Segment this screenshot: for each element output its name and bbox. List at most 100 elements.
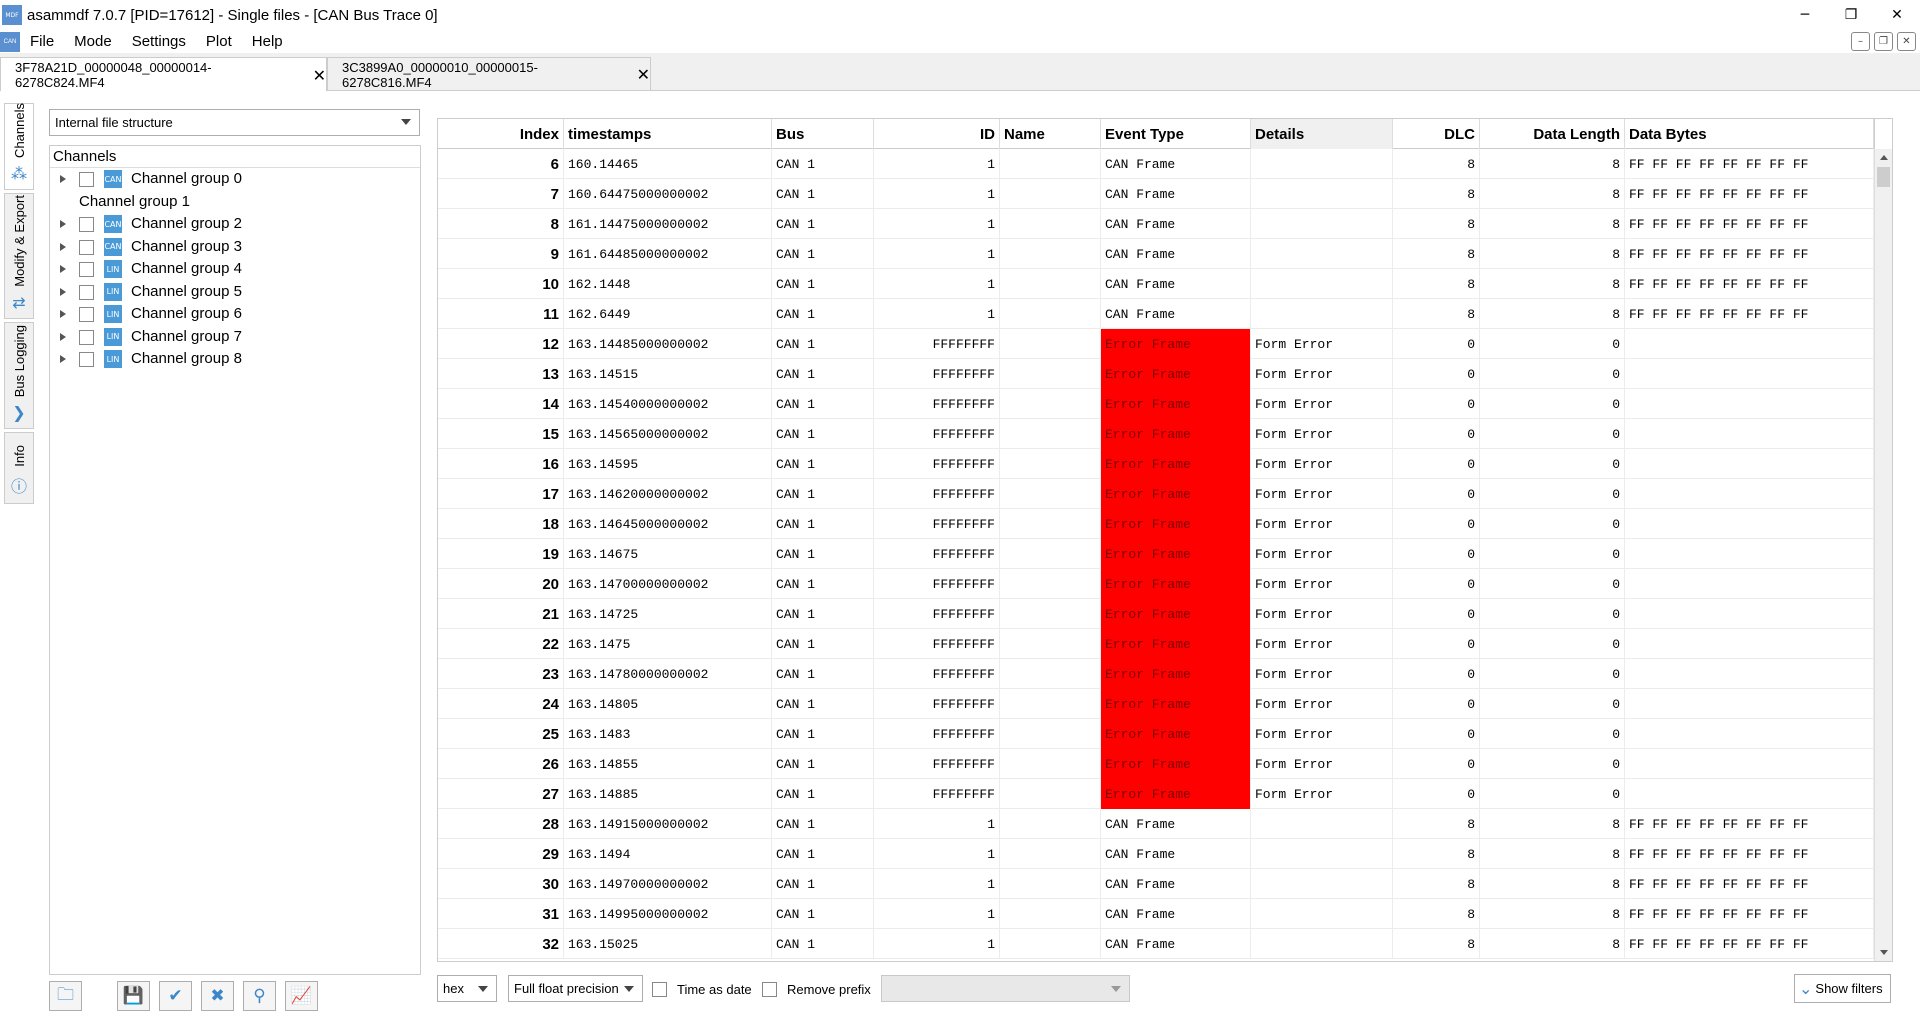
tree-item-channel-group[interactable]: LIN Channel group 6 xyxy=(50,303,420,325)
mdi-close-icon[interactable]: ✕ xyxy=(1897,32,1916,51)
col-data-bytes-header[interactable]: Data Bytes xyxy=(1625,119,1874,149)
channel-tree[interactable]: Channels CAN Channel group 0 Channel group… xyxy=(49,145,421,975)
table-row[interactable]: 18 163.14645000000002 CAN 1 FFFFFFFF Error F… xyxy=(438,509,1874,539)
table-row[interactable]: 8 161.14475000000002 CAN 1 1 CAN Frame 8 8 FF F… xyxy=(438,209,1874,239)
side-tab-bus-logging[interactable]: Bus Logging ❯ xyxy=(4,322,34,429)
close-tab-icon[interactable]: ✕ xyxy=(313,66,326,85)
remove-prefix-checkbox[interactable]: Remove prefix xyxy=(762,978,871,1000)
table-row[interactable]: 25 163.1483 CAN 1 FFFFFFFF Error Frame Form E… xyxy=(438,719,1874,749)
table-row[interactable]: 20 163.14700000000002 CAN 1 FFFFFFFF Error F… xyxy=(438,569,1874,599)
mdi-window-icon[interactable]: CAN xyxy=(0,31,20,52)
group-checkbox[interactable] xyxy=(79,172,94,187)
menu-mode[interactable]: Mode xyxy=(64,33,122,50)
uncheck-all-button[interactable]: ✖ xyxy=(201,981,234,1011)
table-row[interactable]: 23 163.14780000000002 CAN 1 FFFFFFFF Error F… xyxy=(438,659,1874,689)
save-button[interactable]: 💾 xyxy=(117,981,150,1011)
group-checkbox[interactable] xyxy=(79,307,94,322)
close-window-button[interactable]: ✕ xyxy=(1874,0,1920,30)
tree-item-channel-group[interactable]: LIN Channel group 8 xyxy=(50,348,420,370)
col-details-header[interactable]: Details xyxy=(1251,119,1393,149)
table-row[interactable]: 31 163.14995000000002 CAN 1 1 CAN Frame 8 8 FF … xyxy=(438,899,1874,929)
check-all-button[interactable]: ✔ xyxy=(159,981,192,1011)
plot-button[interactable]: 📈 xyxy=(285,981,318,1011)
mdi-minimize-icon[interactable]: – xyxy=(1851,32,1870,51)
table-row[interactable]: 26 163.14855 CAN 1 FFFFFFFF Error Frame Form … xyxy=(438,749,1874,779)
bus-trace-table[interactable]: Index timestamps Bus ID Name Event Type Detail… xyxy=(437,118,1893,962)
side-tab-modify-export[interactable]: Modify & Export ⇄ xyxy=(4,193,34,319)
table-row[interactable]: 11 162.6449 CAN 1 1 CAN Frame 8 8 FF FF FF FF F… xyxy=(438,299,1874,329)
group-checkbox[interactable] xyxy=(79,239,94,255)
scroll-down-icon[interactable] xyxy=(1880,950,1888,955)
scroll-up-icon[interactable] xyxy=(1880,155,1888,160)
group-checkbox[interactable] xyxy=(79,284,94,300)
tree-item-channel-group[interactable]: LIN Channel group 4 xyxy=(50,258,420,280)
col-event-type-header[interactable]: Event Type xyxy=(1101,119,1251,149)
file-tab-1[interactable]: 3F78A21D_00000048_00000014-6278C824.MF4 … xyxy=(0,57,327,92)
menu-settings[interactable]: Settings xyxy=(122,33,196,50)
tree-item-channel-group[interactable]: CAN Channel group 0 xyxy=(50,168,420,190)
table-row[interactable]: 13 163.14515 CAN 1 FFFFFFFF Error Frame Form … xyxy=(438,359,1874,389)
table-row[interactable]: 27 163.14885 CAN 1 FFFFFFFF Error Frame Form … xyxy=(438,779,1874,809)
table-row[interactable]: 21 163.14725 CAN 1 FFFFFFFF Error Frame Form … xyxy=(438,599,1874,629)
table-row[interactable]: 6 160.14465 CAN 1 1 CAN Frame 8 8 FF FF FF FF F… xyxy=(438,149,1874,179)
table-row[interactable]: 15 163.14565000000002 CAN 1 FFFFFFFF Error F… xyxy=(438,419,1874,449)
col-dlc-header[interactable]: DLC xyxy=(1393,119,1480,149)
scroll-thumb[interactable] xyxy=(1877,167,1890,187)
col-name-header[interactable]: Name xyxy=(1000,119,1101,149)
prefix-select[interactable] xyxy=(881,975,1130,1002)
group-checkbox[interactable] xyxy=(79,262,94,277)
col-timestamps-header[interactable]: timestamps xyxy=(564,119,772,149)
tree-item-channel-group[interactable]: LIN Channel group 5 xyxy=(50,281,420,303)
menu-file[interactable]: File xyxy=(20,33,64,50)
tree-item-channel-group[interactable]: Channel group 1 xyxy=(50,191,420,213)
expand-arrow-icon[interactable] xyxy=(60,175,66,183)
checkbox-box[interactable] xyxy=(762,981,777,997)
expand-arrow-icon[interactable] xyxy=(60,287,66,296)
table-row[interactable]: 17 163.14620000000002 CAN 1 FFFFFFFF Error F… xyxy=(438,479,1874,509)
precision-select[interactable]: Full float precision xyxy=(508,975,643,1002)
table-row[interactable]: 22 163.1475 CAN 1 FFFFFFFF Error Frame Form E… xyxy=(438,629,1874,659)
minimize-button[interactable]: ─ xyxy=(1782,0,1828,30)
table-row[interactable]: 12 163.14485000000002 CAN 1 FFFFFFFF Error F… xyxy=(438,329,1874,359)
vertical-scrollbar[interactable] xyxy=(1874,149,1892,961)
close-tab-icon[interactable]: ✕ xyxy=(637,65,650,84)
menu-help[interactable]: Help xyxy=(242,33,293,50)
table-row[interactable]: 16 163.14595 CAN 1 FFFFFFFF Error Frame Form … xyxy=(438,449,1874,479)
col-id-header[interactable]: ID xyxy=(874,119,1000,149)
expand-arrow-icon[interactable] xyxy=(60,332,66,341)
expand-arrow-icon[interactable] xyxy=(60,242,66,251)
side-tab-info[interactable]: Info ⓘ xyxy=(4,432,34,504)
col-bus-header[interactable]: Bus xyxy=(772,119,874,149)
file-tab-2[interactable]: 3C3899A0_00000010_00000015-6278C816.MF4 … xyxy=(327,57,651,91)
expand-arrow-icon[interactable] xyxy=(60,310,66,318)
table-row[interactable]: 7 160.64475000000002 CAN 1 1 CAN Frame 8 8 FF F… xyxy=(438,179,1874,209)
view-mode-select[interactable]: Internal file structure xyxy=(49,109,420,136)
table-row[interactable]: 14 163.14540000000002 CAN 1 FFFFFFFF Error F… xyxy=(438,389,1874,419)
group-checkbox[interactable] xyxy=(79,217,94,232)
table-row[interactable]: 29 163.1494 CAN 1 1 CAN Frame 8 8 FF FF FF FF F… xyxy=(438,839,1874,869)
time-as-date-checkbox[interactable]: Time as date xyxy=(652,978,752,1000)
group-checkbox[interactable] xyxy=(79,352,94,367)
open-file-button[interactable]: 🗀 xyxy=(49,981,82,1011)
show-filters-button[interactable]: ⌄ Show filters xyxy=(1794,974,1891,1003)
tree-item-channel-group[interactable]: CAN Channel group 2 xyxy=(50,213,420,235)
checkbox-box[interactable] xyxy=(652,981,667,997)
expand-arrow-icon[interactable] xyxy=(60,355,66,363)
table-row[interactable]: 24 163.14805 CAN 1 FFFFFFFF Error Frame Form … xyxy=(438,689,1874,719)
table-row[interactable]: 10 162.1448 CAN 1 1 CAN Frame 8 8 FF FF FF FF F… xyxy=(438,269,1874,299)
tree-item-channel-group[interactable]: CAN Channel group 3 xyxy=(50,236,420,258)
table-row[interactable]: 28 163.14915000000002 CAN 1 1 CAN Frame 8 8 FF … xyxy=(438,809,1874,839)
col-data-length-header[interactable]: Data Length xyxy=(1480,119,1625,149)
table-row[interactable]: 30 163.14970000000002 CAN 1 1 CAN Frame 8 8 FF … xyxy=(438,869,1874,899)
table-row[interactable]: 32 163.15025 CAN 1 1 CAN Frame 8 8 FF FF FF FF … xyxy=(438,929,1874,959)
table-row[interactable]: 9 161.64485000000002 CAN 1 1 CAN Frame 8 8 FF F… xyxy=(438,239,1874,269)
expand-arrow-icon[interactable] xyxy=(60,220,66,228)
group-checkbox[interactable] xyxy=(79,329,94,345)
expand-arrow-icon[interactable] xyxy=(60,265,66,273)
tree-item-channel-group[interactable]: LIN Channel group 7 xyxy=(50,326,420,348)
format-select[interactable]: hex xyxy=(437,975,497,1002)
search-button[interactable]: ⚲ xyxy=(243,981,276,1011)
restore-button[interactable]: ❐ xyxy=(1828,0,1874,30)
mdi-restore-icon[interactable]: ❐ xyxy=(1874,32,1893,51)
side-tab-channels[interactable]: Channels ⁂ xyxy=(4,103,34,190)
